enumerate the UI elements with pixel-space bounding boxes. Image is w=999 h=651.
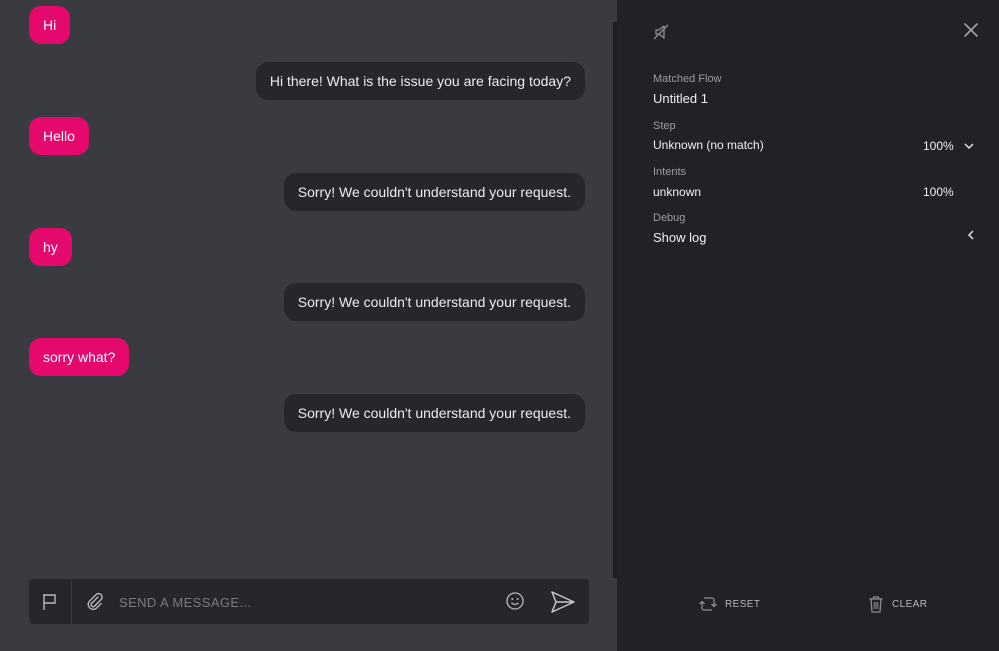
clear-label: CLEAR: [892, 598, 928, 610]
user-message: sorry what?: [29, 338, 130, 376]
chevron-down-icon[interactable]: [963, 140, 975, 152]
bot-message: Hi there! What is the issue you are faci…: [255, 62, 585, 100]
smiley-icon[interactable]: [505, 591, 525, 611]
message-composer: [29, 579, 589, 624]
chat-pane: Hi Hi there! What is the issue you are f…: [0, 0, 617, 651]
step-confidence: 100%: [923, 139, 954, 153]
chevron-left-icon[interactable]: [965, 229, 977, 241]
user-message: Hi: [29, 6, 71, 44]
show-log-link[interactable]: Show log: [653, 230, 706, 245]
paperclip-icon[interactable]: [85, 592, 105, 612]
matched-flow-label: Matched Flow: [653, 73, 722, 85]
mute-icon[interactable]: [651, 22, 671, 42]
debug-panel: Matched Flow Untitled 1 Step Unknown (no…: [617, 0, 999, 651]
flag-button[interactable]: [29, 579, 72, 624]
message-input[interactable]: [117, 589, 491, 615]
close-icon[interactable]: [962, 21, 980, 39]
user-message: Hello: [29, 117, 89, 155]
bot-message: Sorry! We couldn't understand your reque…: [283, 173, 585, 211]
send-icon[interactable]: [549, 588, 577, 616]
intents-value: unknown: [653, 185, 702, 199]
step-label: Step: [653, 120, 676, 132]
trash-icon: [869, 596, 883, 613]
debug-label: Debug: [653, 212, 686, 224]
clear-button[interactable]: CLEAR: [868, 594, 927, 614]
reset-button[interactable]: RESET: [699, 594, 760, 614]
intents-label: Intents: [653, 166, 687, 178]
bot-message: Sorry! We couldn't understand your reque…: [283, 283, 585, 321]
bot-message: Sorry! We couldn't understand your reque…: [283, 394, 585, 432]
intents-confidence: 100%: [923, 185, 954, 199]
user-message: hy: [29, 228, 72, 266]
reset-icon: [699, 597, 717, 611]
matched-flow-value: Untitled 1: [653, 91, 708, 106]
step-value: Unknown (no match): [653, 138, 764, 152]
reset-label: RESET: [725, 598, 761, 610]
flag-icon: [43, 593, 56, 610]
